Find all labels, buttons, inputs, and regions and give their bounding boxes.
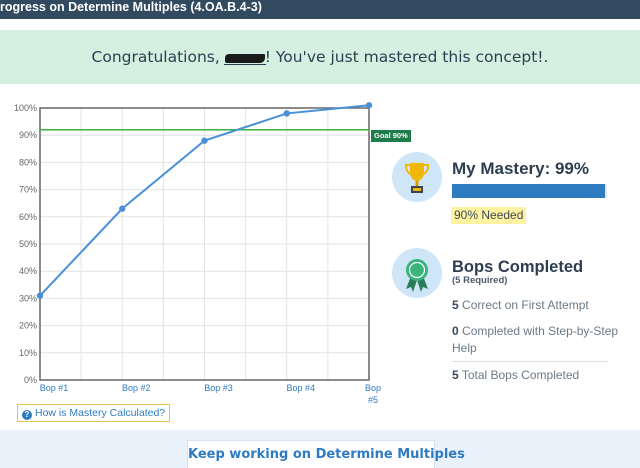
mastery-progress-bar bbox=[452, 184, 607, 198]
trophy-icon bbox=[404, 163, 430, 193]
trophy-badge bbox=[392, 152, 442, 202]
chart-data-point bbox=[283, 110, 290, 117]
chart-y-tick-label: 50% bbox=[19, 239, 37, 249]
how-link-label: How is Mastery Calculated? bbox=[35, 407, 166, 419]
stat-first-attempt: 5 Correct on First Attempt bbox=[452, 298, 589, 312]
chart-x-tick-label: Bop bbox=[365, 383, 381, 393]
congrats-banner: Congratulations, ​! You've just mastered… bbox=[0, 30, 640, 84]
stats-divider bbox=[452, 361, 608, 362]
chart-y-tick-label: 0% bbox=[24, 375, 37, 385]
chart-data-point bbox=[365, 102, 373, 109]
chart-x-tick-label: Bop #1 bbox=[40, 383, 69, 393]
mastery-line-chart: 0% 10% 20% 30% 40% 50% 60% 70% 80% 90% 100% Bop #1 B… bbox=[14, 102, 381, 405]
chart-x-tick-label: #5 bbox=[368, 395, 378, 405]
goal-label: Goal 90% bbox=[371, 130, 411, 142]
congrats-message: Congratulations, ​! You've just mastered… bbox=[0, 48, 640, 66]
chart-y-tick-label: 80% bbox=[19, 157, 37, 167]
chart-x-tick-label: Bop #4 bbox=[286, 383, 315, 393]
chart-y-tick-label: 60% bbox=[19, 212, 37, 222]
chart-y-tick-label: 90% bbox=[19, 130, 37, 140]
chart-y-tick-label: 30% bbox=[19, 293, 37, 303]
chart-y-tick-label: 20% bbox=[19, 321, 37, 331]
chart-x-tick-label: Bop #2 bbox=[122, 383, 151, 393]
chart-y-tick-label: 40% bbox=[19, 266, 37, 276]
keep-working-button[interactable]: Keep working on Determine Multiples bbox=[187, 440, 465, 468]
bops-required-label: (5 Required) bbox=[452, 275, 508, 286]
footer-bar: Keep working on Determine Multiples bbox=[0, 430, 640, 468]
ribbon-icon bbox=[406, 259, 428, 292]
chart-data-point bbox=[119, 205, 126, 212]
stat-total-bops: 5 Total Bops Completed bbox=[452, 368, 580, 382]
page-header: rogress on Determine Multiples (4.OA.B.4… bbox=[0, 0, 640, 19]
page-title: rogress on Determine Multiples (4.OA.B.4… bbox=[0, 0, 262, 14]
congrats-text-before: Congratulations, bbox=[91, 48, 225, 66]
how-is-mastery-calculated-link[interactable]: ? How is Mastery Calculated? bbox=[17, 404, 171, 422]
chart-data-point bbox=[36, 292, 44, 299]
stat-step-by-step: 0 Completed with Step-by-Step Help bbox=[452, 324, 619, 355]
mastery-progress-fill bbox=[452, 184, 606, 198]
redacted-student-name: ​ bbox=[223, 48, 266, 66]
congrats-text-after: ! You've just mastered this concept!. bbox=[264, 48, 549, 66]
mastery-title: My Mastery: 99% bbox=[452, 159, 590, 178]
chart-y-tick-label: 100% bbox=[14, 103, 37, 113]
mastery-needed-label: 90% Needed bbox=[451, 207, 527, 224]
chart-x-tick-label: Bop #3 bbox=[204, 383, 233, 393]
chart-y-tick-label: 70% bbox=[19, 185, 37, 195]
question-circle-icon: ? bbox=[22, 410, 32, 420]
chart-y-tick-label: 10% bbox=[19, 348, 37, 358]
mastery-chart: 0% 10% 20% 30% 40% 50% 60% 70% 80% 90% 100% Bop #1 B… bbox=[0, 100, 411, 410]
chart-data-point bbox=[201, 137, 208, 144]
ribbon-badge bbox=[392, 248, 442, 298]
